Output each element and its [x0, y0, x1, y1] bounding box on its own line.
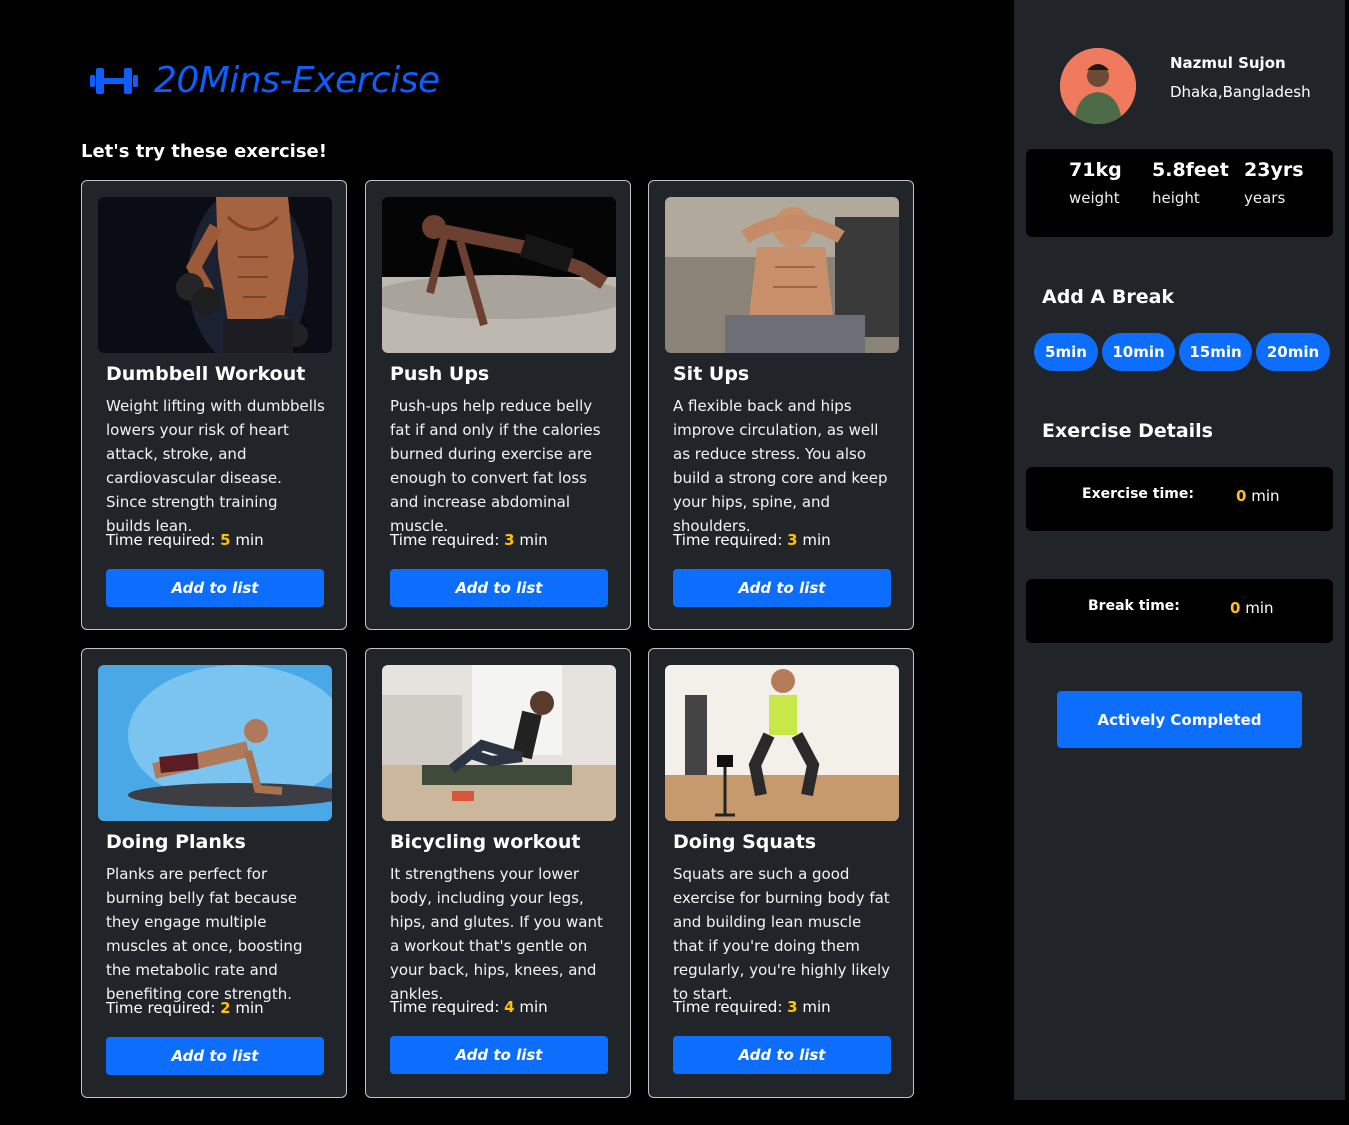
break-option-5min[interactable]: 5min [1034, 333, 1098, 371]
add-to-list-button[interactable]: Add to list [390, 569, 608, 607]
add-to-list-button[interactable]: Add to list [673, 569, 891, 607]
squats-image [665, 665, 899, 821]
sidebar: Nazmul Sujon Dhaka,Bangladesh 71kg weigh… [1014, 0, 1345, 1100]
stat-age: 23yrs years [1244, 159, 1304, 207]
time-required: Time required: 3 min [673, 998, 831, 1016]
exercise-card: Sit Ups A flexible back and hips improve… [648, 180, 914, 630]
exercise-time-box: Exercise time: 0 min [1026, 467, 1333, 531]
time-label: Time required: [106, 999, 216, 1017]
exercise-details-heading: Exercise Details [1042, 420, 1213, 442]
app-logo: 20Mins-Exercise [88, 60, 440, 101]
actively-completed-button[interactable]: Actively Completed [1057, 691, 1302, 748]
stat-weight: 71kg weight [1069, 159, 1122, 207]
break-option-10min[interactable]: 10min [1102, 333, 1175, 371]
time-value: 5 [220, 531, 231, 549]
add-to-list-button[interactable]: Add to list [106, 569, 324, 607]
exercise-card: Bicycling workout It strengthens your lo… [365, 648, 631, 1098]
time-required: Time required: 3 min [390, 531, 548, 549]
sit-ups-image [665, 197, 899, 353]
exercise-title: Doing Planks [106, 831, 246, 853]
stat-label: years [1244, 189, 1286, 207]
exercise-time-value: 0 min [1236, 487, 1280, 505]
exercise-title: Doing Squats [673, 831, 817, 853]
bicycling-image [382, 665, 616, 821]
exercise-description: Squats are such a good exercise for burn… [673, 865, 890, 1003]
time-value: 4 [504, 998, 515, 1016]
stat-value: 71kg [1069, 159, 1122, 181]
exercise-card: Dumbbell Workout Weight lifting with dum… [81, 180, 347, 630]
stat-label: height [1152, 189, 1200, 207]
time-unit: min [235, 531, 264, 549]
exercise-description: A flexible back and hips improve circula… [673, 397, 888, 535]
planks-image [98, 665, 332, 821]
add-break-heading: Add A Break [1042, 286, 1175, 308]
exercise-time-label: Exercise time: [1082, 486, 1194, 502]
exercise-time-number: 0 [1236, 487, 1247, 505]
user-name: Nazmul Sujon [1170, 54, 1286, 72]
time-label: Time required: [390, 531, 500, 549]
time-required: Time required: 2 min [106, 999, 264, 1017]
time-label: Time required: [673, 998, 783, 1016]
user-location: Dhaka,Bangladesh [1170, 83, 1311, 101]
time-label: Time required: [106, 531, 216, 549]
break-time-label: Break time: [1088, 598, 1180, 614]
exercise-description: Planks are perfect for burning belly fat… [106, 865, 303, 1003]
app-title: 20Mins-Exercise [154, 60, 440, 101]
time-unit: min [519, 531, 548, 549]
time-unit: min [235, 999, 264, 1017]
time-value: 3 [787, 531, 798, 549]
time-value: 3 [787, 998, 798, 1016]
time-value: 2 [220, 999, 231, 1017]
time-required: Time required: 3 min [673, 531, 831, 549]
time-label: Time required: [673, 531, 783, 549]
stat-height: 5.8feet height [1152, 159, 1229, 207]
exercise-title: Bicycling workout [390, 831, 581, 853]
add-to-list-button[interactable]: Add to list [673, 1036, 891, 1074]
dumbbell-workout-image [98, 197, 332, 353]
stat-value: 5.8feet [1152, 159, 1229, 181]
break-option-15min[interactable]: 15min [1179, 333, 1252, 371]
time-unit: min [802, 531, 831, 549]
time-value: 3 [504, 531, 515, 549]
exercise-card: Push Ups Push-ups help reduce belly fat … [365, 180, 631, 630]
exercise-card: Doing Planks Planks are perfect for burn… [81, 648, 347, 1098]
exercise-title: Dumbbell Workout [106, 363, 306, 385]
time-label: Time required: [390, 998, 500, 1016]
exercise-card: Doing Squats Squats are such a good exer… [648, 648, 914, 1098]
time-unit: min [802, 998, 831, 1016]
stat-label: weight [1069, 189, 1120, 207]
avatar [1060, 48, 1136, 124]
break-time-value: 0 min [1230, 599, 1274, 617]
break-time-box: Break time: 0 min [1026, 579, 1333, 643]
break-option-20min[interactable]: 20min [1256, 333, 1330, 371]
stats-panel: 71kg weight 5.8feet height 23yrs years [1026, 149, 1333, 237]
push-ups-image [382, 197, 616, 353]
stat-value: 23yrs [1244, 159, 1304, 181]
break-time-unit: min [1245, 599, 1274, 617]
exercise-title: Push Ups [390, 363, 490, 385]
time-required: Time required: 4 min [390, 998, 548, 1016]
exercise-description: Push-ups help reduce belly fat if and on… [390, 397, 601, 535]
time-unit: min [519, 998, 548, 1016]
dumbbell-icon [90, 67, 138, 94]
exercise-title: Sit Ups [673, 363, 750, 385]
exercise-description: It strengthens your lower body, includin… [390, 865, 603, 1003]
section-subtitle: Let's try these exercise! [81, 141, 327, 162]
exercise-description: Weight lifting with dumbbells lowers you… [106, 397, 325, 535]
break-time-number: 0 [1230, 599, 1241, 617]
time-required: Time required: 5 min [106, 531, 264, 549]
add-to-list-button[interactable]: Add to list [390, 1036, 608, 1074]
exercise-time-unit: min [1251, 487, 1280, 505]
add-to-list-button[interactable]: Add to list [106, 1037, 324, 1075]
